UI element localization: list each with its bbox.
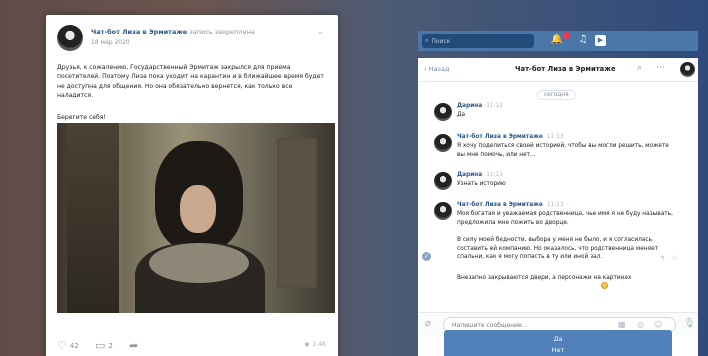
sender-name[interactable]: Дарина: [457, 103, 482, 109]
check-icon[interactable]: ✓: [422, 252, 431, 261]
camera-icon[interactable]: ◎: [637, 320, 644, 329]
message-text: Я хочу поделиться своей историей, чтобы …: [457, 143, 669, 158]
top-bar: ⌕ Поиск 🔔 ♫ ▶: [418, 31, 698, 51]
avatar[interactable]: [434, 103, 452, 121]
search-input[interactable]: ⌕ Поиск: [422, 34, 534, 48]
reply-no-button[interactable]: Нет: [444, 341, 672, 356]
photo-panel: [277, 138, 317, 288]
comment-count: 2: [108, 341, 113, 350]
like-count: 42: [69, 341, 79, 350]
music-icon[interactable]: ♫: [576, 33, 590, 47]
message-time: 11:13: [546, 134, 564, 140]
mouse-cursor: [601, 282, 608, 289]
star-icon[interactable]: ☆: [671, 254, 683, 262]
wall-post: Чат-бот Лиза в Эрмитаже запись закреплен…: [46, 15, 338, 356]
post-text: Друзья, к сожалению, Государственный Эрм…: [57, 64, 324, 99]
message-text: В силу моей бедности, выбора у меня не б…: [457, 237, 659, 260]
paperclip-icon[interactable]: ⌀: [425, 318, 431, 329]
message-time: 11:13: [546, 202, 564, 208]
chevron-down-icon[interactable]: ⌄: [316, 27, 324, 37]
post-photo[interactable]: [57, 123, 335, 313]
heart-icon: ♡: [57, 339, 67, 352]
avatar[interactable]: [680, 62, 695, 77]
photo-face: [180, 185, 216, 233]
date-separator: сегодня: [537, 90, 576, 100]
photo-door: [67, 123, 122, 313]
view-counter: ◉ 1.4K: [304, 341, 326, 348]
keyboard-icon[interactable]: ▦: [618, 320, 626, 329]
message-list[interactable]: сегодня Дарина 11:12 Да Чат-бот Лиза в Эр…: [418, 82, 698, 312]
search-icon: ⌕: [425, 37, 429, 44]
message-time: 11:12: [486, 103, 503, 109]
microphone-icon[interactable]: 🎙: [683, 318, 696, 329]
chat-header: ‹ Назад Чат-бот Лиза в Эрмитаже ⌕ ⋯: [418, 58, 698, 82]
share-button[interactable]: ➦: [129, 339, 138, 352]
message-text: Да: [457, 112, 466, 118]
message-text: Внезапно закрываются двери, а персонажи …: [457, 275, 632, 281]
eye-icon: ◉: [304, 341, 310, 348]
post-farewell: Берегите себя!: [57, 114, 106, 121]
back-button[interactable]: ‹ Назад: [424, 65, 450, 73]
sender-name[interactable]: Чат-бот Лиза в Эрмитаже: [457, 134, 543, 140]
bell-icon[interactable]: 🔔: [550, 33, 564, 47]
back-label: Назад: [428, 65, 450, 73]
chat-title[interactable]: Чат-бот Лиза в Эрмитаже: [515, 65, 616, 73]
avatar[interactable]: [434, 202, 452, 220]
search-icon[interactable]: ⌕: [637, 63, 642, 73]
post-author-link[interactable]: Чат-бот Лиза в Эрмитаже: [91, 28, 187, 36]
emoji-icon[interactable]: ☺: [654, 320, 662, 329]
search-placeholder: Поиск: [431, 37, 451, 45]
reply-icon[interactable]: ↰: [660, 254, 671, 262]
share-icon: ➦: [129, 339, 139, 352]
post-header: Чат-бот Лиза в Эрмитаже запись закреплен…: [57, 25, 328, 59]
post-actions: ♡ 42 ▭ 2 ➦ ◉ 1.4K: [57, 339, 328, 355]
play-icon[interactable]: ▶: [595, 35, 606, 46]
comment-icon: ▭: [95, 339, 106, 352]
notification-badge: [563, 32, 570, 39]
vk-messenger-window: ⌕ Поиск 🔔 ♫ ▶ ‹ Назад Чат-бот Лиза в Эрм…: [418, 31, 698, 356]
scroll-fade: [418, 298, 698, 312]
chevron-left-icon: ‹: [424, 65, 427, 73]
chat-panel: ‹ Назад Чат-бот Лиза в Эрмитаже ⌕ ⋯ сего…: [418, 58, 698, 356]
view-count: 1.4K: [312, 341, 326, 348]
sender-name[interactable]: Дарина: [457, 172, 482, 178]
post-date[interactable]: 18 мар 2020: [91, 39, 130, 46]
pinned-note: запись закреплена: [189, 28, 255, 36]
sender-name[interactable]: Чат-бот Лиза в Эрмитаже: [457, 202, 543, 208]
more-icon[interactable]: ⋯: [656, 63, 665, 73]
avatar[interactable]: [57, 25, 83, 51]
like-button[interactable]: ♡ 42: [57, 339, 79, 352]
comment-button[interactable]: ▭ 2: [95, 339, 113, 352]
avatar[interactable]: [434, 172, 452, 190]
message-text: Узнать историю: [457, 181, 506, 187]
avatar[interactable]: [434, 134, 452, 152]
message-text: Моя богатая и уважаемая родственница, чь…: [457, 211, 673, 226]
photo-collar: [149, 243, 249, 283]
message-time: 11:13: [486, 172, 503, 178]
